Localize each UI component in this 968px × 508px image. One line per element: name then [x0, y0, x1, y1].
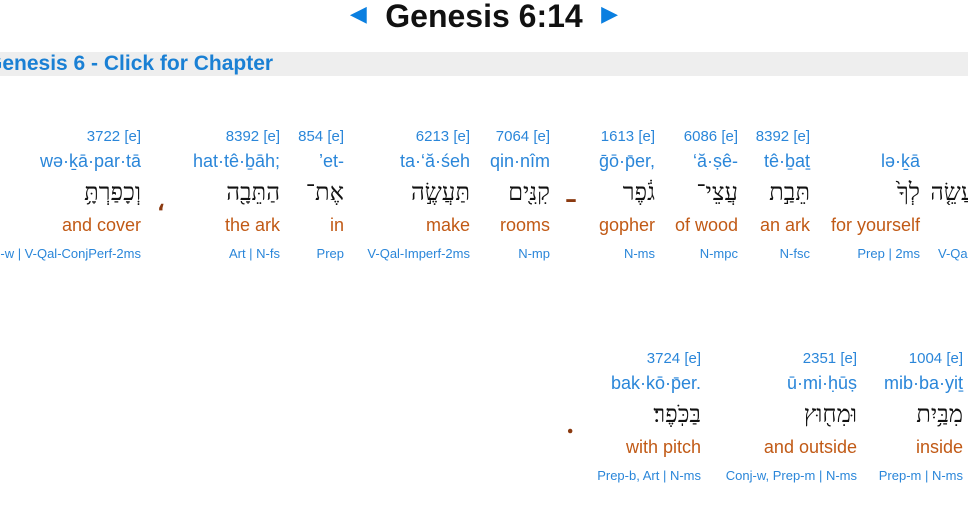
hebrew-word: הַתֵּבָ֖ה [226, 178, 280, 206]
transliteration: ‘ă·ṣê- [692, 151, 738, 171]
strongs-number[interactable]: 1613 [e] [601, 128, 655, 145]
parsing-label[interactable]: V-Qal-Imperf-2ms [367, 246, 470, 261]
interlinear-word: 1613 [e] ḡō·p̄er, גֹ֔פֶר gopher N-ms [590, 128, 655, 268]
interlinear-word: 854 [e] ’et- אֶת־ in Prep [290, 128, 344, 268]
english-gloss: for yourself [830, 215, 920, 235]
english-gloss: and outside [763, 437, 857, 457]
english-gloss: the ark [224, 215, 280, 235]
transliteration: hat·tê·ḇāh; [192, 151, 280, 171]
parsing-label[interactable]: N-mp [518, 246, 550, 261]
hebrew-word: עֲצֵי־ [696, 178, 738, 206]
english-gloss: and cover [61, 215, 141, 235]
verse-navigation: ◀ Genesis 6:14 ▶ [0, 0, 968, 34]
english-gloss: an ark [759, 215, 810, 235]
hebrew-word: לְךָ֙ [896, 178, 920, 206]
interlinear-word: 7064 [e] qin·nîm קִנִּ֖ים rooms N-mp [480, 128, 550, 268]
parsing-label[interactable]: Art | N-fs [229, 246, 280, 261]
hebrew-word: וּמִח֖וּץ [803, 400, 857, 428]
interlinear-word: lə·ḵā לְךָ֙ for yourself Prep | 2ms [822, 128, 920, 268]
hebrew-word: בַּכֹּֽפֶר׃ [653, 400, 701, 428]
interlinear-word: 2351 [e] ū·mi·ḥūṣ וּמִח֖וּץ and outside … [714, 350, 857, 490]
strongs-number[interactable]: 2351 [e] [803, 350, 857, 367]
comma-mark: ، [157, 187, 165, 216]
hebrew-word: גֹ֔פֶר [622, 178, 655, 206]
transliteration: ū·mi·ḥūṣ [786, 373, 857, 393]
transliteration: bak·kō·p̄er. [610, 373, 701, 393]
interlinear-word: 6086 [e] ‘ă·ṣê- עֲצֵי־ of wood N-mpc [668, 128, 738, 268]
parsing-label[interactable]: Conj-w, Prep-m | N-ms [726, 468, 857, 483]
interlinear-word: 8392 [e] tê·ḇaṯ תֵּבַ֣ת an ark N-fsc [750, 128, 810, 268]
parsing-label[interactable]: N-mpc [700, 246, 738, 261]
page-title: Genesis 6:14 [385, 0, 583, 34]
interlinear-word: 8392 [e] hat·tê·ḇāh; הַתֵּבָ֖ה the ark A… [170, 128, 280, 268]
hebrew-word: וְכָפַרְתָּ֥ [84, 178, 141, 206]
transliteration: mib·ba·yiṯ [883, 373, 963, 393]
transliteration: tê·ḇaṯ [763, 151, 810, 171]
strongs-number[interactable]: 7064 [e] [496, 128, 550, 145]
strongs-number[interactable]: 8392 [e] [226, 128, 280, 145]
transliteration: ’et- [318, 151, 344, 171]
parsing-label[interactable]: N-fsc [780, 246, 810, 261]
interlinear-word: 1004 [e] mib·ba·yiṯ מִבַּ֥יִת inside Pre… [868, 350, 963, 490]
parsing-label[interactable]: Prep-m | N-ms [879, 468, 963, 483]
english-gloss: with pitch [625, 437, 701, 457]
interlinear-word-clipped: עֲשֵׂ֤ה V-Qal-Imp-ms [932, 128, 968, 268]
chapter-link[interactable]: Genesis 6 - Click for Chapter [0, 53, 273, 75]
strongs-number[interactable]: 3724 [e] [647, 350, 701, 367]
parsing-label[interactable]: Conj-w | V-Qal-ConjPerf-2ms [0, 246, 141, 261]
hebrew-word: עֲשֵׂ֤ה [932, 178, 968, 206]
english-gloss: rooms [499, 215, 550, 235]
sof-pasuq-mark: . [566, 410, 575, 439]
english-gloss: inside [915, 437, 963, 457]
parsing-label[interactable]: Prep-b, Art | N-ms [597, 468, 701, 483]
chapter-bar: Genesis 6 - Click for Chapter [0, 52, 968, 76]
parsing-label[interactable]: Prep [317, 246, 344, 261]
transliteration: wə·ḵā·par·tā [39, 151, 141, 171]
english-gloss: gopher [598, 215, 655, 235]
previous-verse-arrow-icon[interactable]: ◀ [350, 2, 367, 27]
interlinear-word: 3724 [e] bak·kō·p̄er. בַּכֹּֽפֶר׃ with p… [580, 350, 701, 490]
transliteration: ta·‘ă·śeh [399, 151, 470, 171]
strongs-number[interactable]: 8392 [e] [756, 128, 810, 145]
hebrew-word: קִנִּ֖ים [508, 178, 550, 206]
english-gloss: of wood [674, 215, 738, 235]
english-gloss: make [425, 215, 470, 235]
next-verse-arrow-icon[interactable]: ▶ [601, 2, 618, 27]
hebrew-word: מִבַּ֥יִת [916, 400, 963, 428]
hebrew-word: תַּעֲשֶׂ֣ה [410, 178, 470, 206]
strongs-number[interactable]: 3722 [e] [87, 128, 141, 145]
interlinear-word: 6213 [e] ta·‘ă·śeh תַּעֲשֶׂ֣ה make V-Qal… [356, 128, 470, 268]
transliteration: ḡō·p̄er, [598, 151, 655, 171]
parsing-label[interactable]: V-Qal-Imp-ms [938, 246, 968, 261]
english-gloss: in [329, 215, 344, 235]
hebrew-word: תֵּבַ֣ת [769, 178, 810, 206]
strongs-number[interactable]: 1004 [e] [909, 350, 963, 367]
strongs-number[interactable]: 6213 [e] [416, 128, 470, 145]
transliteration: lə·ḵā [880, 151, 920, 171]
hebrew-word: אֶת־ [305, 178, 344, 206]
maqaf-dash: – [565, 184, 577, 213]
interlinear-word: 3722 [e] wə·ḵā·par·tā וְכָפַרְתָּ֥ and c… [0, 128, 141, 268]
strongs-number[interactable]: 6086 [e] [684, 128, 738, 145]
transliteration: qin·nîm [489, 151, 550, 171]
parsing-label[interactable]: Prep | 2ms [857, 246, 920, 261]
parsing-label[interactable]: N-ms [624, 246, 655, 261]
strongs-number[interactable]: 854 [e] [298, 128, 344, 145]
